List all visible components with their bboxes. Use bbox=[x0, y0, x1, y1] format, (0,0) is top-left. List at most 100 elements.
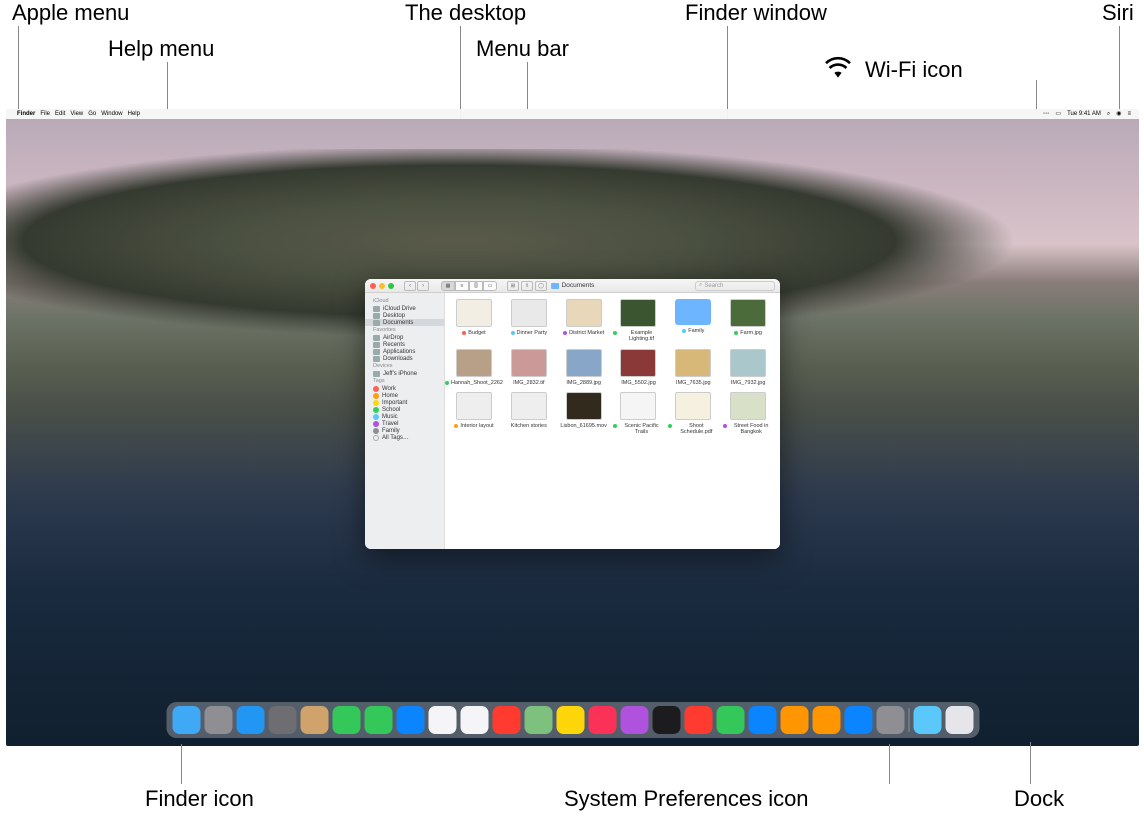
view-list-button[interactable]: ≡ bbox=[455, 281, 469, 291]
file-item[interactable]: District Market bbox=[559, 299, 609, 343]
file-item[interactable]: IMG_5502.jpg bbox=[613, 349, 663, 386]
sidebar-item[interactable]: School bbox=[365, 406, 444, 413]
view-gallery-button[interactable]: ▭ bbox=[483, 281, 497, 291]
menu-view[interactable]: View bbox=[70, 111, 83, 117]
file-name: Lisbon_61695.mov bbox=[560, 423, 606, 429]
sidebar-item[interactable]: Documents bbox=[365, 319, 444, 326]
menubar-notifications-icon[interactable]: ≡ bbox=[1127, 111, 1131, 117]
sidebar-item[interactable]: Recents bbox=[365, 341, 444, 348]
dock-app-messages[interactable] bbox=[364, 706, 392, 734]
menu-file[interactable]: File bbox=[40, 111, 50, 117]
dock-app-mail[interactable] bbox=[396, 706, 424, 734]
file-item[interactable]: IMG_2832.tif bbox=[504, 349, 554, 386]
dock-app-downloads[interactable] bbox=[913, 706, 941, 734]
file-item[interactable]: Farm.jpg bbox=[723, 299, 773, 343]
sidebar-item[interactable]: AirDrop bbox=[365, 334, 444, 341]
sidebar-item[interactable]: Downloads bbox=[365, 355, 444, 362]
sidebar-item[interactable]: Jeff's iPhone bbox=[365, 370, 444, 377]
tags-button[interactable]: ◯ bbox=[535, 281, 547, 291]
dock-app-pages[interactable] bbox=[780, 706, 808, 734]
minimize-button[interactable] bbox=[379, 283, 385, 289]
dock-app-books[interactable] bbox=[812, 706, 840, 734]
file-item[interactable]: IMG_2889.jpg bbox=[559, 349, 609, 386]
menubar-spotlight-icon[interactable]: ⌕ bbox=[1107, 111, 1110, 117]
file-thumbnail bbox=[620, 349, 656, 377]
menu-help[interactable]: Help bbox=[128, 111, 140, 117]
file-item[interactable]: Example Lighting.tif bbox=[613, 299, 663, 343]
sidebar-icon bbox=[373, 313, 380, 319]
dock-app-podcasts[interactable] bbox=[620, 706, 648, 734]
dock-app-news[interactable] bbox=[684, 706, 712, 734]
dock-app-music[interactable] bbox=[588, 706, 616, 734]
view-column-button[interactable]: ⫿⫿ bbox=[469, 281, 483, 291]
nav-back-button[interactable]: ‹ bbox=[404, 281, 416, 291]
dock-app-reminders[interactable] bbox=[460, 706, 488, 734]
search-field[interactable]: ⌕ Search bbox=[695, 281, 775, 291]
zoom-button[interactable] bbox=[388, 283, 394, 289]
dock-app-finder[interactable] bbox=[172, 706, 200, 734]
sidebar-item[interactable]: Family bbox=[365, 427, 444, 434]
dock-app-calendar[interactable] bbox=[492, 706, 520, 734]
view-icon-button[interactable]: ▦ bbox=[441, 281, 455, 291]
file-item[interactable]: Street Food in Bangkok bbox=[723, 392, 773, 436]
share-button[interactable]: ⇧ bbox=[521, 281, 533, 291]
sidebar-icon bbox=[373, 306, 380, 312]
menubar-siri-icon[interactable]: ◉ bbox=[1116, 111, 1121, 117]
annotation-finder-icon: Finder icon bbox=[145, 786, 254, 812]
dock-app-photos[interactable] bbox=[428, 706, 456, 734]
file-item[interactable]: Family bbox=[668, 299, 718, 343]
dock-app-mission-control[interactable] bbox=[268, 706, 296, 734]
file-thumbnail bbox=[566, 392, 602, 420]
sidebar-label: iCloud Drive bbox=[383, 306, 416, 312]
file-item[interactable]: Hannah_Shoot_2262 bbox=[449, 349, 499, 386]
menu-edit[interactable]: Edit bbox=[55, 111, 65, 117]
sidebar-icon bbox=[373, 371, 380, 377]
finder-titlebar[interactable]: ‹ › ▦ ≡ ⫿⫿ ▭ ⊞ ⇧ ◯ Documents ⌕ Search bbox=[365, 279, 780, 293]
dock-app-trash[interactable] bbox=[945, 706, 973, 734]
dock-app-tv[interactable] bbox=[652, 706, 680, 734]
dock-app-app-store[interactable] bbox=[844, 706, 872, 734]
dock-app-launchpad[interactable] bbox=[204, 706, 232, 734]
menu-go[interactable]: Go bbox=[88, 111, 96, 117]
dock-app-keynote[interactable] bbox=[748, 706, 776, 734]
dock-app-maps[interactable] bbox=[524, 706, 552, 734]
finder-window[interactable]: ‹ › ▦ ≡ ⫿⫿ ▭ ⊞ ⇧ ◯ Documents ⌕ Search bbox=[365, 279, 780, 549]
sidebar-item[interactable]: Travel bbox=[365, 420, 444, 427]
file-item[interactable]: Shoot Schedule.pdf bbox=[668, 392, 718, 436]
file-item[interactable]: Budget bbox=[449, 299, 499, 343]
file-item[interactable]: Scenic Pacific Trails bbox=[613, 392, 663, 436]
file-item[interactable]: Lisbon_61695.mov bbox=[559, 392, 609, 436]
sidebar-item[interactable]: Important bbox=[365, 399, 444, 406]
menubar-app-name[interactable]: Finder bbox=[17, 111, 35, 117]
dock-app-safari[interactable] bbox=[236, 706, 264, 734]
file-item[interactable]: Interior layout bbox=[449, 392, 499, 436]
sidebar-label: AirDrop bbox=[383, 335, 403, 341]
dock-app-notes[interactable] bbox=[556, 706, 584, 734]
close-button[interactable] bbox=[370, 283, 376, 289]
dock-app-contacts[interactable] bbox=[300, 706, 328, 734]
menu-window[interactable]: Window bbox=[101, 111, 122, 117]
file-thumbnail bbox=[675, 349, 711, 377]
sidebar-icon bbox=[373, 335, 380, 341]
sidebar-item[interactable]: iCloud Drive bbox=[365, 305, 444, 312]
file-item[interactable]: IMG_7635.jpg bbox=[668, 349, 718, 386]
nav-forward-button[interactable]: › bbox=[417, 281, 429, 291]
file-name: Farm.jpg bbox=[734, 330, 762, 336]
sidebar-item[interactable]: Home bbox=[365, 392, 444, 399]
file-item[interactable]: Dinner Party bbox=[504, 299, 554, 343]
annotation-siri: Siri bbox=[1102, 0, 1134, 26]
file-item[interactable]: Kitchen stories bbox=[504, 392, 554, 436]
menubar-battery-icon[interactable]: ▭ bbox=[1055, 111, 1061, 117]
sidebar-item[interactable]: Work bbox=[365, 385, 444, 392]
dock-app-system-preferences[interactable] bbox=[876, 706, 904, 734]
menubar-wifi-icon[interactable]: ◦◦◦ bbox=[1043, 111, 1049, 117]
sidebar-item[interactable]: Applications bbox=[365, 348, 444, 355]
sidebar-item[interactable]: Desktop bbox=[365, 312, 444, 319]
dock-app-facetime[interactable] bbox=[332, 706, 360, 734]
dock-app-numbers[interactable] bbox=[716, 706, 744, 734]
sidebar-item[interactable]: Music bbox=[365, 413, 444, 420]
sidebar-item[interactable]: All Tags… bbox=[365, 434, 444, 441]
file-item[interactable]: IMG_7932.jpg bbox=[723, 349, 773, 386]
group-button[interactable]: ⊞ bbox=[507, 281, 519, 291]
menubar-clock[interactable]: Tue 9:41 AM bbox=[1067, 111, 1101, 117]
